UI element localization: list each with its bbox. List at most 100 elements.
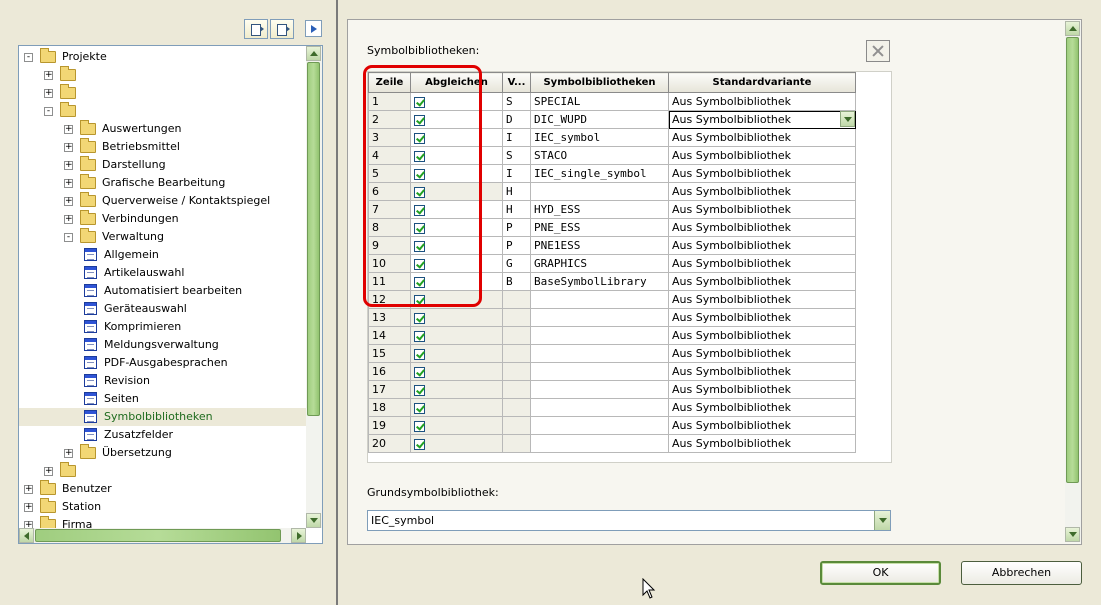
cell-standardvariante[interactable]: Aus Symbolbibliothek bbox=[668, 326, 856, 345]
tree-item[interactable]: + Grafische Bearbeitung bbox=[19, 174, 306, 192]
tree-item[interactable]: Meldungsverwaltung bbox=[19, 336, 306, 354]
chevron-down-icon[interactable] bbox=[840, 111, 855, 127]
cancel-button[interactable]: Abbrechen bbox=[961, 561, 1082, 585]
expand-icon[interactable]: + bbox=[64, 143, 73, 152]
table-row[interactable]: 15 Aus Symbolbibliothek bbox=[368, 344, 856, 363]
cell-symbolbibliothek[interactable]: GRAPHICS bbox=[530, 254, 669, 273]
cell-v[interactable] bbox=[502, 398, 531, 417]
cell-v[interactable]: D bbox=[502, 110, 531, 129]
tree-item[interactable]: + bbox=[19, 84, 306, 102]
tree-item[interactable]: Seiten bbox=[19, 390, 306, 408]
cell-v[interactable]: H bbox=[502, 200, 531, 219]
cell-symbolbibliothek[interactable] bbox=[530, 398, 669, 417]
cell-v[interactable]: P bbox=[502, 236, 531, 255]
cell-standardvariante[interactable]: Aus Symbolbibliothek bbox=[668, 380, 856, 399]
tree-item[interactable]: Artikelauswahl bbox=[19, 264, 306, 282]
tree-item[interactable]: + Verbindungen bbox=[19, 210, 306, 228]
cell-standardvariante[interactable]: Aus Symbolbibliothek bbox=[668, 362, 856, 381]
cell-symbolbibliothek[interactable] bbox=[530, 182, 669, 201]
ok-button[interactable]: OK bbox=[820, 561, 941, 585]
tree-item[interactable]: Geräteauswahl bbox=[19, 300, 306, 318]
expand-icon[interactable]: + bbox=[64, 179, 73, 188]
cell-v[interactable] bbox=[502, 290, 531, 309]
table-row[interactable]: 16 Aus Symbolbibliothek bbox=[368, 362, 856, 381]
collapse-icon[interactable]: - bbox=[44, 107, 53, 116]
panel-scroll-thumb[interactable] bbox=[1066, 37, 1079, 483]
scroll-thumb[interactable] bbox=[307, 62, 320, 416]
tree-item[interactable]: + Betriebsmittel bbox=[19, 138, 306, 156]
cell-standardvariante[interactable]: Aus Symbolbibliothek bbox=[668, 200, 856, 219]
cell-v[interactable]: I bbox=[502, 164, 531, 183]
tree-item[interactable]: + Darstellung bbox=[19, 156, 306, 174]
abgleichen-checkbox[interactable] bbox=[414, 312, 425, 324]
abgleichen-checkbox[interactable] bbox=[414, 402, 425, 414]
cell-symbolbibliothek[interactable]: STACO bbox=[530, 146, 669, 165]
table-row[interactable]: 17 Aus Symbolbibliothek bbox=[368, 380, 856, 399]
tree-item[interactable]: Symbolbibliotheken bbox=[19, 408, 306, 426]
panel-scroll-up-button[interactable] bbox=[1065, 21, 1080, 36]
expand-icon[interactable]: + bbox=[44, 467, 53, 476]
cell-v[interactable]: H bbox=[502, 182, 531, 201]
cell-standardvariante[interactable]: Aus Symbolbibliothek bbox=[668, 218, 856, 237]
cell-symbolbibliothek[interactable] bbox=[530, 326, 669, 345]
cell-symbolbibliothek[interactable]: PNE1ESS bbox=[530, 236, 669, 255]
expand-icon[interactable]: + bbox=[64, 125, 73, 134]
tree-item[interactable]: - bbox=[19, 102, 306, 120]
cell-symbolbibliothek[interactable] bbox=[530, 362, 669, 381]
cell-symbolbibliothek[interactable] bbox=[530, 290, 669, 309]
cell-abgleichen[interactable] bbox=[410, 308, 503, 327]
expand-icon[interactable]: + bbox=[64, 215, 73, 224]
tree-item[interactable]: Allgemein bbox=[19, 246, 306, 264]
expand-icon[interactable]: + bbox=[64, 197, 73, 206]
abgleichen-checkbox[interactable] bbox=[414, 438, 425, 450]
cell-v[interactable]: G bbox=[502, 254, 531, 273]
collapse-icon[interactable]: - bbox=[24, 53, 33, 62]
scroll-right-button[interactable] bbox=[291, 528, 306, 543]
cell-symbolbibliothek[interactable] bbox=[530, 344, 669, 363]
header-v[interactable]: V... bbox=[502, 72, 531, 93]
scroll-up-button[interactable] bbox=[306, 46, 321, 61]
tree-item[interactable]: - Verwaltung bbox=[19, 228, 306, 246]
cell-v[interactable]: S bbox=[502, 92, 531, 111]
tree-item[interactable]: + Querverweise / Kontaktspiegel bbox=[19, 192, 306, 210]
cell-symbolbibliothek[interactable] bbox=[530, 434, 669, 453]
cell-v[interactable]: I bbox=[502, 128, 531, 147]
tree-item[interactable]: Revision bbox=[19, 372, 306, 390]
cell-standardvariante[interactable]: Aus Symbolbibliothek bbox=[668, 92, 856, 111]
cell-standardvariante[interactable]: Aus Symbolbibliothek bbox=[668, 110, 856, 129]
expand-icon[interactable]: + bbox=[24, 503, 33, 512]
chevron-down-icon[interactable] bbox=[874, 511, 890, 530]
cell-standardvariante[interactable]: Aus Symbolbibliothek bbox=[668, 254, 856, 273]
scroll-left-button[interactable] bbox=[19, 528, 34, 543]
scroll-hthumb[interactable] bbox=[35, 529, 281, 542]
tree-item[interactable]: Automatisiert bearbeiten bbox=[19, 282, 306, 300]
cell-v[interactable] bbox=[502, 434, 531, 453]
cell-standardvariante[interactable]: Aus Symbolbibliothek bbox=[668, 128, 856, 147]
collapse-icon[interactable]: - bbox=[64, 233, 73, 242]
cell-standardvariante[interactable]: Aus Symbolbibliothek bbox=[668, 398, 856, 417]
abgleichen-checkbox[interactable] bbox=[414, 330, 425, 342]
cell-symbolbibliothek[interactable]: SPECIAL bbox=[530, 92, 669, 111]
cell-standardvariante[interactable]: Aus Symbolbibliothek bbox=[668, 272, 856, 291]
play-button[interactable] bbox=[305, 20, 322, 37]
remove-button[interactable] bbox=[866, 40, 890, 62]
abgleichen-checkbox[interactable] bbox=[414, 366, 425, 378]
cell-v[interactable]: B bbox=[502, 272, 531, 291]
cell-v[interactable] bbox=[502, 380, 531, 399]
expand-icon[interactable]: + bbox=[24, 485, 33, 494]
table-row[interactable]: 20 Aus Symbolbibliothek bbox=[368, 434, 856, 453]
cell-symbolbibliothek[interactable]: HYD_ESS bbox=[530, 200, 669, 219]
table-row[interactable]: 13 Aus Symbolbibliothek bbox=[368, 308, 856, 327]
cell-v[interactable] bbox=[502, 416, 531, 435]
cell-abgleichen[interactable] bbox=[410, 326, 503, 345]
scroll-down-button[interactable] bbox=[306, 513, 321, 528]
tree-item[interactable]: + Auswertungen bbox=[19, 120, 306, 138]
tree-item[interactable]: + Übersetzung bbox=[19, 444, 306, 462]
cell-abgleichen[interactable] bbox=[410, 398, 503, 417]
cell-abgleichen[interactable] bbox=[410, 416, 503, 435]
cell-standardvariante[interactable]: Aus Symbolbibliothek bbox=[668, 236, 856, 255]
cell-symbolbibliothek[interactable]: DIC_WUPD bbox=[530, 110, 669, 129]
cell-symbolbibliothek[interactable]: IEC_symbol bbox=[530, 128, 669, 147]
settings-tree[interactable]: - Projekte + + - + Auswertungen + Betriebsmittel… bbox=[18, 45, 323, 544]
cell-v[interactable]: P bbox=[502, 218, 531, 237]
